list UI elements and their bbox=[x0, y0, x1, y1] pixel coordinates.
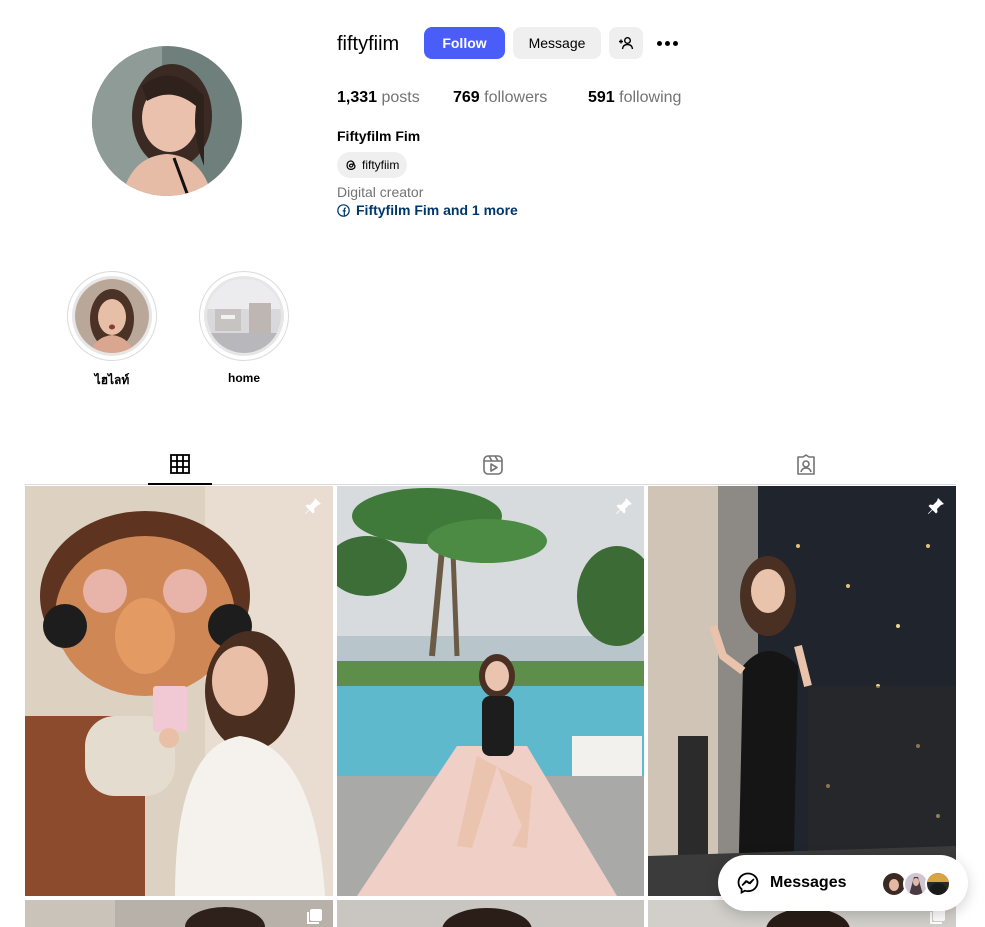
highlight-photo bbox=[207, 279, 281, 353]
highlight-item[interactable]: home bbox=[199, 271, 289, 385]
posts-number: 1,331 bbox=[337, 89, 378, 106]
reels-icon bbox=[483, 455, 503, 475]
threads-icon bbox=[346, 160, 356, 170]
threads-badge[interactable]: fiftyfiim bbox=[337, 152, 408, 178]
more-dots-icon bbox=[656, 40, 662, 46]
username: fiftyfiim bbox=[337, 33, 400, 55]
following-link[interactable]: 591 following bbox=[588, 88, 681, 108]
post-photo bbox=[25, 900, 333, 927]
pin-icon bbox=[616, 498, 632, 514]
followers-link[interactable]: 769 followers bbox=[453, 88, 547, 108]
messages-button[interactable]: Messages bbox=[718, 855, 968, 911]
profile-category: Digital creator bbox=[337, 184, 424, 200]
message-avatars bbox=[881, 871, 951, 897]
more-dot bbox=[672, 40, 678, 46]
post-tile[interactable] bbox=[25, 900, 333, 927]
post-photo bbox=[648, 486, 956, 896]
post-tile[interactable] bbox=[25, 486, 333, 896]
following-number: 591 bbox=[588, 89, 615, 106]
more-options-button[interactable] bbox=[653, 30, 681, 56]
messenger-icon bbox=[737, 872, 759, 895]
highlight-cover bbox=[67, 271, 157, 361]
message-avatar bbox=[925, 871, 951, 897]
linked-accounts-text: Fiftyfilm Fim and 1 more bbox=[356, 202, 518, 218]
post-photo bbox=[25, 486, 333, 896]
highlight-item[interactable]: ไฮไลท์ bbox=[67, 271, 157, 390]
message-button[interactable]: Message bbox=[513, 27, 601, 59]
profile-avatar[interactable] bbox=[92, 46, 242, 196]
post-tile[interactable] bbox=[337, 486, 644, 896]
profile-photo bbox=[92, 46, 242, 196]
post-tile[interactable] bbox=[648, 486, 956, 896]
pin-icon bbox=[928, 498, 944, 514]
followers-label: followers bbox=[484, 89, 548, 106]
more-dot bbox=[664, 40, 670, 46]
tab-tagged[interactable] bbox=[774, 445, 838, 485]
message-avatar-photo bbox=[883, 873, 905, 895]
post-photo bbox=[337, 900, 644, 927]
linked-accounts-link[interactable]: Fiftyfilm Fim and 1 more bbox=[337, 202, 518, 218]
highlight-label: home bbox=[227, 371, 260, 385]
highlight-cover bbox=[199, 271, 289, 361]
followers-number: 769 bbox=[453, 89, 480, 106]
facebook-icon bbox=[337, 203, 350, 217]
full-name: Fiftyfilm Fim bbox=[337, 128, 421, 144]
threads-handle: fiftyfiim bbox=[362, 158, 400, 172]
following-label: following bbox=[619, 89, 682, 106]
grid-icon bbox=[170, 454, 190, 474]
highlight-label: ไฮไลท์ bbox=[94, 373, 130, 387]
tab-reels[interactable] bbox=[461, 445, 525, 485]
post-tile[interactable] bbox=[337, 900, 644, 927]
message-avatar-photo bbox=[927, 873, 949, 895]
post-photo bbox=[337, 486, 644, 896]
posts-label: posts bbox=[381, 89, 420, 106]
multiple-photos-icon bbox=[307, 909, 322, 924]
tab-posts[interactable] bbox=[148, 445, 212, 485]
messages-label: Messages bbox=[770, 874, 847, 891]
message-avatar-photo bbox=[905, 873, 927, 895]
tagged-icon bbox=[797, 454, 815, 475]
add-person-icon bbox=[619, 37, 634, 50]
suggested-accounts-button[interactable] bbox=[609, 27, 643, 59]
pin-icon bbox=[305, 498, 321, 514]
follow-button[interactable]: Follow bbox=[424, 27, 505, 59]
posts-count: 1,331 posts bbox=[337, 88, 420, 108]
highlight-photo bbox=[75, 279, 149, 353]
